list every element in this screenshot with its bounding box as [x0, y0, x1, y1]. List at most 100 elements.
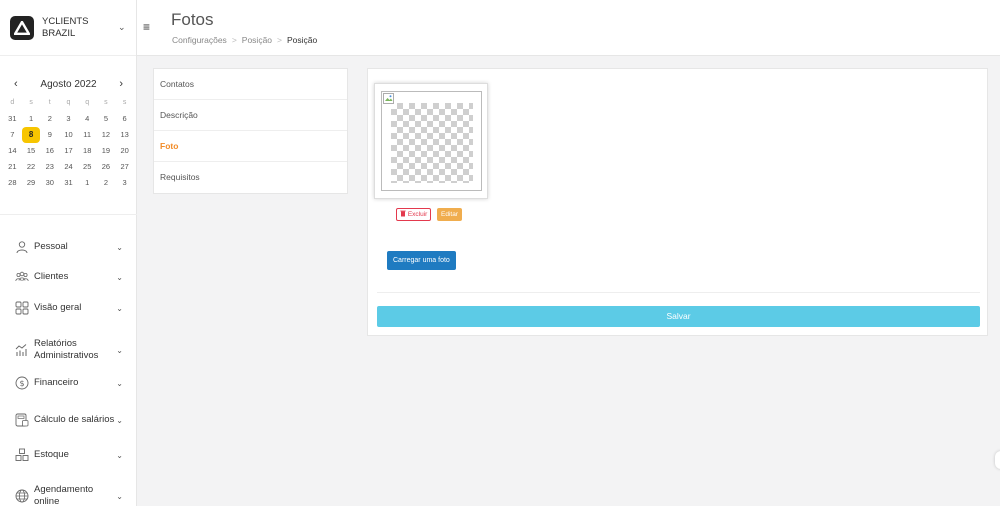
weekday-label: s — [122, 99, 127, 106]
calendar-day[interactable]: 5 — [97, 111, 116, 127]
calendar-day[interactable]: 3 — [115, 175, 134, 191]
person-icon — [15, 240, 29, 254]
yclients-logo-icon — [10, 15, 34, 40]
calendar-day[interactable]: 2 — [40, 111, 59, 127]
calendar-day[interactable]: 31 — [59, 175, 78, 191]
calendar-day[interactable]: 19 — [97, 143, 116, 159]
calendar-day[interactable]: 20 — [115, 143, 134, 159]
save-button[interactable]: Salvar — [377, 306, 980, 327]
dollar-icon: $ — [15, 376, 29, 390]
calendar-month-label: Agosto 2022 — [40, 78, 97, 90]
sidebar-item-grid[interactable]: Visão geral ⌄ — [0, 301, 137, 315]
calendar-day[interactable]: 23 — [40, 159, 59, 175]
tab-requisitos[interactable]: Requisitos — [154, 162, 347, 193]
brand-switcher[interactable]: YCLIENTS BRAZIL ⌄ — [0, 0, 136, 56]
brand-name: YCLIENTS BRAZIL — [42, 15, 89, 39]
photo-image-frame — [381, 91, 482, 191]
calendar-day[interactable]: 3 — [59, 111, 78, 127]
calendar-day[interactable]: 10 — [59, 127, 78, 143]
page-header: ≡ Fotos Configurações > Posição > Posição — [137, 0, 1000, 56]
sidebar-item-label: Clientes — [34, 271, 69, 282]
calendar-day[interactable]: 27 — [115, 159, 134, 175]
settings-tabs: Contatos Descrição Foto Requisitos — [153, 68, 348, 194]
chevron-down-icon[interactable]: ⌄ — [116, 451, 123, 460]
sidebar-item-dollar[interactable]: $ Financeiro ⌄ — [0, 376, 137, 390]
sidebar-item-clients[interactable]: Clientes ⌄ — [0, 270, 137, 284]
trash-icon — [400, 210, 406, 217]
page-title: Fotos — [171, 10, 214, 29]
next-month-icon[interactable]: › — [119, 78, 123, 90]
delete-photo-button[interactable]: Excluir — [396, 208, 432, 221]
breadcrumb-item[interactable]: Configurações — [172, 35, 227, 45]
sidebar-item-label: Financeiro — [34, 377, 79, 388]
calendar-day[interactable]: 30 — [40, 175, 59, 191]
tab-foto[interactable]: Foto — [154, 131, 347, 162]
calendar-day[interactable]: 6 — [115, 111, 134, 127]
weekday-label: t — [48, 99, 51, 106]
chevron-down-icon[interactable]: ⌄ — [118, 22, 126, 33]
calendar-day[interactable]: 18 — [78, 143, 97, 159]
upload-photo-button[interactable]: Carregar uma foto — [387, 251, 456, 270]
tab-contatos[interactable]: Contatos — [154, 69, 347, 100]
breadcrumb-separator: > — [277, 35, 282, 45]
chevron-down-icon[interactable]: ⌄ — [116, 273, 123, 282]
calendar-day[interactable]: 1 — [22, 111, 41, 127]
calendar-day[interactable]: 31 — [3, 111, 22, 127]
chevron-down-icon[interactable]: ⌄ — [116, 492, 123, 501]
warehouse-icon — [15, 448, 29, 462]
tab-descrio[interactable]: Descrição — [154, 100, 347, 131]
sidebar-item-warehouse[interactable]: Estoque ⌄ — [0, 448, 137, 462]
sidebar-item-label: Agendamento online — [34, 484, 94, 506]
calendar-day[interactable]: 1 — [78, 175, 97, 191]
calendar-day[interactable]: 22 — [22, 159, 41, 175]
globe-icon — [15, 489, 29, 503]
delete-photo-label: Excluir — [407, 211, 428, 218]
calendar-grid: d s t q q s s 31 1 2 3 4 5 6 7 8 9 10 11 12 13 14 15 16 17 18 19 20… — [0, 95, 137, 191]
calendar-day-today[interactable]: 8 — [21, 127, 41, 143]
sidebar-item-label: Relatórios Administrativos — [34, 338, 99, 361]
chevron-down-icon[interactable]: ⌄ — [116, 416, 123, 425]
sidebar-item-label: Pessoal — [34, 241, 68, 252]
svg-text:$: $ — [19, 379, 24, 388]
chat-widget-handle[interactable] — [995, 451, 1000, 469]
calendar-day[interactable]: 28 — [3, 175, 22, 191]
breadcrumb-current: Posição — [287, 35, 318, 45]
breadcrumb-item[interactable]: Posição — [242, 35, 272, 45]
chevron-down-icon[interactable]: ⌄ — [116, 243, 123, 252]
breadcrumb-separator: > — [231, 35, 237, 45]
calendar-day[interactable]: 7 — [3, 127, 22, 143]
hamburger-menu-icon[interactable]: ≡ — [143, 20, 150, 34]
calendar-day[interactable]: 13 — [115, 127, 134, 143]
divider — [0, 214, 137, 215]
sidebar-item-label: Cálculo de salários — [34, 414, 115, 425]
calendar-day[interactable]: 17 — [59, 143, 78, 159]
sidebar-item-globe[interactable]: Agendamento online ⌄ — [0, 484, 137, 506]
edit-photo-button[interactable]: Editar — [437, 208, 462, 221]
calendar-day[interactable]: 9 — [40, 127, 59, 143]
calculator-icon — [15, 413, 29, 427]
sidebar-item-calculator[interactable]: Cálculo de salários ⌄ — [0, 413, 137, 427]
prev-month-icon[interactable]: ‹ — [14, 78, 18, 90]
sidebar-item-person[interactable]: Pessoal ⌄ — [0, 240, 137, 254]
calendar-day[interactable]: 26 — [97, 159, 116, 175]
calendar-day[interactable]: 12 — [97, 127, 116, 143]
calendar-day[interactable]: 14 — [3, 143, 22, 159]
calendar-day[interactable]: 24 — [59, 159, 78, 175]
chevron-down-icon[interactable]: ⌄ — [116, 379, 123, 388]
chevron-down-icon[interactable]: ⌄ — [116, 346, 123, 355]
photo-panel: Excluir Editar Carregar uma foto Salvar — [367, 68, 988, 336]
calendar-day[interactable]: 11 — [78, 127, 97, 143]
divider — [377, 292, 980, 293]
sidebar-item-label: Visão geral — [34, 302, 82, 313]
calendar-day[interactable]: 16 — [40, 143, 59, 159]
sidebar-item-reports[interactable]: Relatórios Administrativos ⌄ — [0, 338, 137, 362]
calendar-day[interactable]: 29 — [22, 175, 41, 191]
chevron-down-icon[interactable]: ⌄ — [116, 304, 123, 313]
calendar-day[interactable]: 21 — [3, 159, 22, 175]
calendar-day[interactable]: 2 — [97, 175, 116, 191]
calendar-day[interactable]: 25 — [78, 159, 97, 175]
breadcrumb: Configurações > Posição > Posição — [172, 35, 317, 45]
calendar-day[interactable]: 4 — [78, 111, 97, 127]
calendar-day[interactable]: 15 — [22, 143, 41, 159]
photo-preview — [374, 83, 488, 199]
